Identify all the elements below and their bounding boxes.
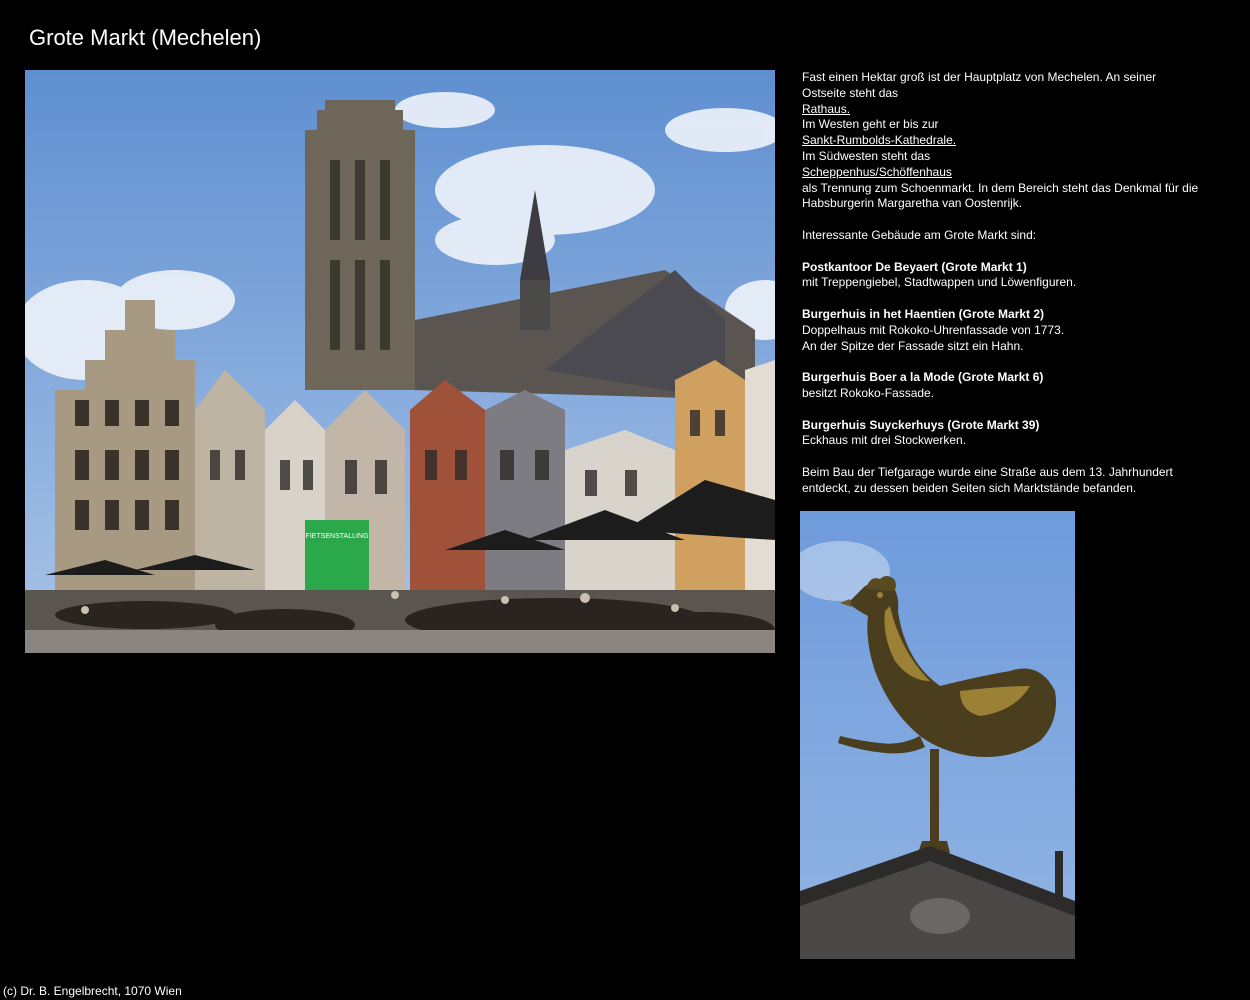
building-name: Burgerhuis Boer a la Mode (Grote Markt 6… [802,370,1044,385]
copyright-footer: (c) Dr. B. Engelbrecht, 1070 Wien [3,984,182,998]
closing-paragraph: Beim Bau der Tiefgarage wurde eine Straß… [802,464,1173,495]
grote-markt-photo-illustration: FIETSENSTALLING [25,70,775,653]
link-rathaus[interactable]: Rathaus. [802,102,850,118]
building-entry: Burgerhuis Boer a la Mode (Grote Markt 6… [802,370,1202,402]
building-detail: Doppelhaus mit Rokoko-Uhrenfassade von 1… [802,322,1065,337]
description-panel: Fast einen Hektar groß ist der Hauptplat… [802,70,1202,512]
grote-markt-photo[interactable]: FIETSENSTALLING [25,70,775,653]
building-detail: Eckhaus mit drei Stockwerken. [802,433,967,448]
page-title: Grote Markt (Mechelen) [29,25,262,50]
building-detail: An der Spitze der Fassade sitzt ein Hahn… [802,338,1024,353]
building-entry: Burgerhuis Suyckerhuys (Grote Markt 39) … [802,418,1202,450]
building-detail: mit Treppengiebel, Stadtwappen und Löwen… [802,275,1077,290]
intro-text-1: Fast einen Hektar groß ist der Hauptplat… [802,70,1157,100]
intro-text-2: Im Westen geht er bis zur [802,117,939,132]
intro-text-4: als Trennung zum Schoenmarkt. In dem Ber… [802,180,1199,211]
building-name: Postkantoor De Beyaert (Grote Markt 1) [802,259,1027,274]
fietsenstalling-sign [305,520,369,590]
building-entry: Burgerhuis in het Haentien (Grote Markt … [802,307,1202,354]
fietsenstalling-sign-label: FIETSENSTALLING [306,533,369,540]
buildings-heading: Interessante Gebäude am Grote Markt sind… [802,227,1037,242]
rooster-photo-illustration [800,511,1075,959]
link-scheppenhus[interactable]: Scheppenhus/Schöffenhaus [802,165,952,181]
link-kathedrale[interactable]: Sankt-Rumbolds-Kathedrale. [802,133,956,149]
rooster-photo[interactable] [800,511,1075,959]
building-detail: besitzt Rokoko-Fassade. [802,385,935,400]
building-name: Burgerhuis Suyckerhuys (Grote Markt 39) [802,417,1040,432]
building-entry: Postkantoor De Beyaert (Grote Markt 1) m… [802,260,1202,292]
building-name: Burgerhuis in het Haentien (Grote Markt … [802,306,1045,321]
intro-text-3: Im Südwesten steht das [802,148,931,163]
intro-paragraph: Fast einen Hektar groß ist der Hauptplat… [802,70,1202,212]
